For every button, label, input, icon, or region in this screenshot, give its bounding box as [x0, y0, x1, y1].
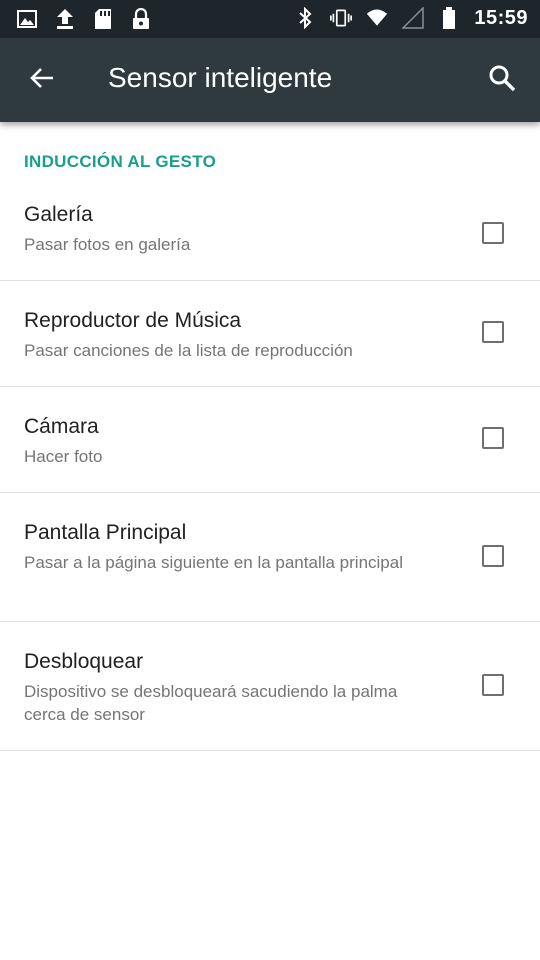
checkbox-galeria[interactable] [482, 222, 504, 244]
item-subtitle: Pasar a la página siguiente en la pantal… [24, 553, 403, 572]
wifi-icon [366, 6, 388, 30]
checkbox-reproductor[interactable] [482, 321, 504, 343]
signal-icon [402, 6, 425, 30]
item-subtitle: Dispositivo se desbloqueará sacudiendo l… [24, 682, 398, 724]
checkbox-camara[interactable] [482, 427, 504, 449]
item-subtitle: Hacer foto [24, 447, 103, 466]
arrow-back-icon [29, 66, 55, 95]
page-title: Sensor inteligente [108, 62, 333, 93]
upload-icon [54, 7, 76, 31]
battery-icon [438, 6, 460, 30]
image-icon [16, 7, 38, 31]
list-item-pantalla-principal[interactable]: Pantalla Principal Pasar a la página sig… [0, 493, 540, 622]
list-item-reproductor[interactable]: Reproductor de Música Pasar canciones de… [0, 281, 540, 387]
section-header-label: INDUCCIÓN AL GESTO [24, 152, 217, 171]
item-title: Reproductor de Música [24, 309, 242, 332]
list-item-desbloquear[interactable]: Desbloquear Dispositivo se desbloqueará … [0, 622, 540, 751]
checkbox-desbloquear[interactable] [482, 674, 504, 696]
search-button[interactable] [482, 60, 522, 100]
item-title: Desbloquear [24, 650, 144, 673]
lock-icon [130, 7, 152, 31]
item-subtitle: Pasar fotos en galería [24, 235, 191, 254]
list-item-camara[interactable]: Cámara Hacer foto [0, 387, 540, 493]
checkbox-pantalla-principal[interactable] [482, 545, 504, 567]
status-bar: 15:59 [0, 0, 540, 38]
settings-list: INDUCCIÓN AL GESTO Galería Pasar fotos e… [0, 122, 540, 751]
item-title: Galería [24, 203, 93, 226]
section-header: INDUCCIÓN AL GESTO [0, 122, 540, 186]
app-toolbar: Sensor inteligente [0, 38, 540, 122]
clock: 15:59 [474, 6, 528, 29]
sd-card-icon [92, 7, 114, 31]
back-button[interactable] [22, 60, 62, 100]
item-title: Cámara [24, 415, 99, 438]
vibrate-icon [330, 6, 353, 30]
bluetooth-icon [294, 6, 316, 30]
system-icons: 15:59 [294, 6, 528, 30]
list-item-galeria[interactable]: Galería Pasar fotos en galería [0, 186, 540, 281]
notification-icons [16, 7, 152, 31]
search-icon [488, 64, 516, 97]
item-subtitle: Pasar canciones de la lista de reproducc… [24, 341, 353, 360]
item-title: Pantalla Principal [24, 521, 187, 544]
